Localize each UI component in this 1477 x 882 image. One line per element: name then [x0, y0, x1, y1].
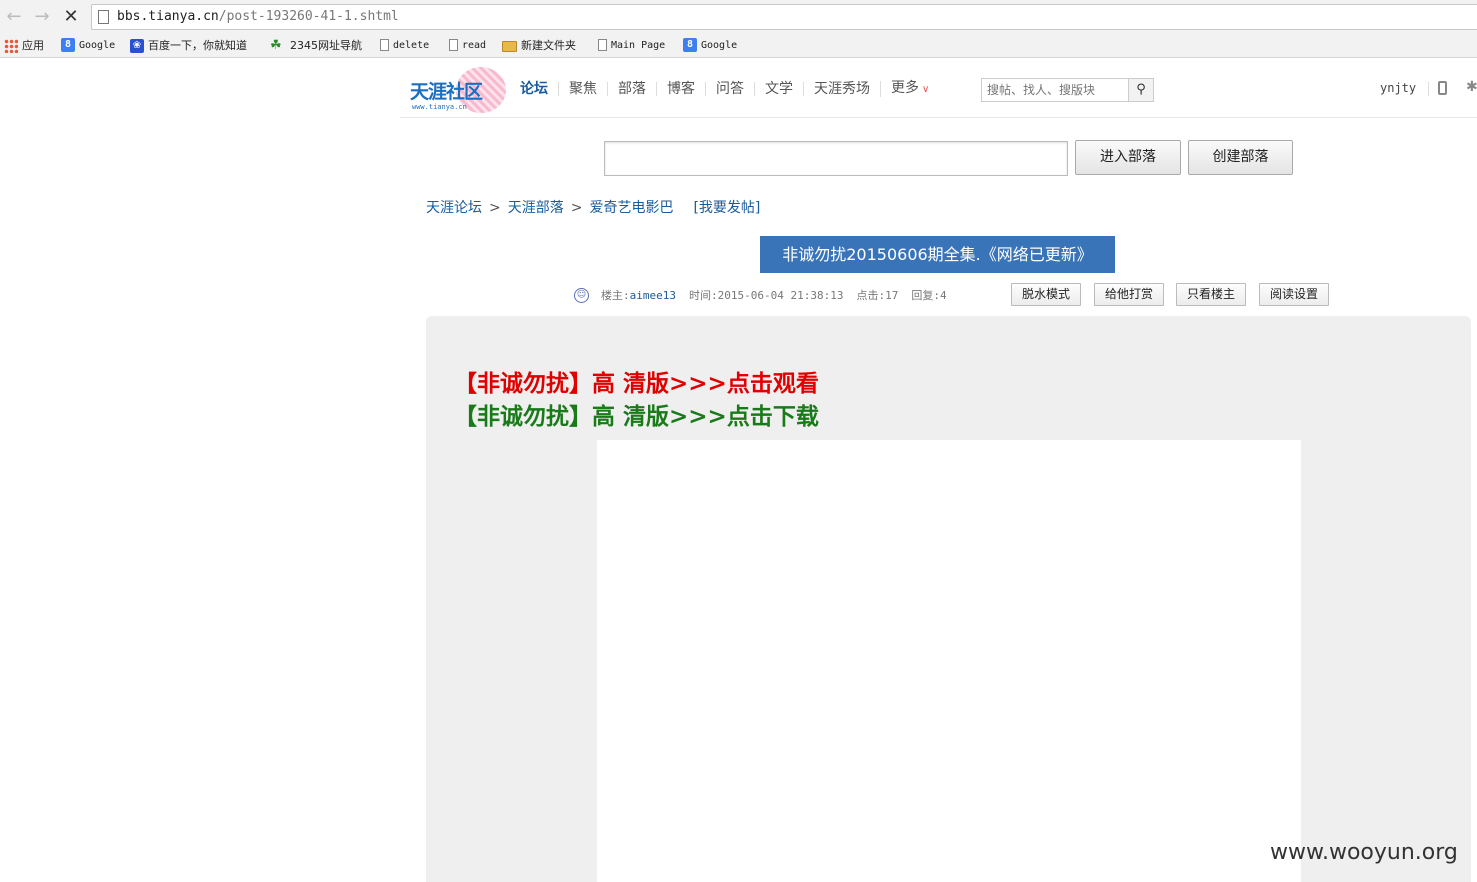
- new-post-link[interactable]: [我要发帖]: [693, 200, 760, 216]
- bookmark-label: Google: [79, 40, 116, 51]
- time-label: 时间:: [688, 289, 718, 302]
- baidu-paw-icon: ❀: [130, 39, 144, 53]
- mobile-phone-icon[interactable]: [1438, 81, 1447, 95]
- bookmark-apps[interactable]: 应用: [4, 37, 44, 55]
- bookmark-label: delete: [393, 40, 430, 51]
- tip-author-button[interactable]: 给他打赏: [1094, 283, 1164, 306]
- back-arrow-icon[interactable]: ←: [3, 6, 25, 28]
- bookmark-main-page[interactable]: Main Page: [598, 37, 665, 55]
- nav-literature[interactable]: 文学: [754, 82, 803, 96]
- google-icon: 8: [61, 38, 75, 52]
- embedded-frame: [597, 440, 1301, 882]
- watermark: www.wooyun.org: [1270, 840, 1458, 865]
- breadcrumb-iqiyi-movie[interactable]: 爱奇艺电影巴: [589, 200, 673, 216]
- post-meta: ☺ 楼主:aimee13 时间:2015-06-04 21:38:13 点击:1…: [574, 284, 960, 306]
- main-nav: 论坛 聚焦 部落 博客 问答 文学 天涯秀场 更多 ∨: [520, 78, 939, 100]
- header-divider: [1428, 82, 1429, 96]
- url-path: /post-193260-41-1.shtml: [218, 9, 399, 24]
- enter-tribe-button[interactable]: 进入部落: [1075, 140, 1181, 175]
- dehydrate-mode-button[interactable]: 脱水模式: [1011, 283, 1081, 306]
- watch-link[interactable]: 【非诚勿扰】高 清版>>>点击观看: [454, 364, 819, 398]
- bookmark-label: Google: [701, 40, 738, 51]
- post-content: 【非诚勿扰】高 清版>>>点击观看 【非诚勿扰】高 清版>>>点击下载: [426, 316, 1471, 882]
- site-header: 天涯社区 www.tianya.cn 论坛 聚焦 部落 博客 问答 文学 天涯秀…: [400, 60, 1477, 118]
- logo-subtext: www.tianya.cn: [412, 103, 467, 111]
- nav-tribe[interactable]: 部落: [607, 82, 656, 96]
- download-link[interactable]: 【非诚勿扰】高 清版>>>点击下载: [454, 397, 819, 431]
- bookmark-label: 2345网址导航: [290, 39, 362, 52]
- bookmark-label: Main Page: [611, 40, 666, 51]
- clicks-value: 17: [885, 289, 899, 302]
- chevron-down-icon: ∨: [922, 84, 930, 95]
- nav-more[interactable]: 更多 ∨: [880, 81, 939, 97]
- only-author-button[interactable]: 只看楼主: [1176, 283, 1246, 306]
- bookmark-baidu[interactable]: ❀ 百度一下，你就知道: [130, 37, 247, 55]
- author-label: 楼主:: [601, 289, 630, 302]
- folder-icon: [502, 40, 517, 52]
- bookmark-label: 百度一下，你就知道: [148, 39, 247, 52]
- breadcrumb-tianya-forum[interactable]: 天涯论坛: [426, 200, 482, 216]
- time-value: 2015-06-04 21:38:13: [717, 289, 844, 302]
- meta-time: 时间:2015-06-04 21:38:13: [689, 287, 843, 303]
- logo-text: 天涯社区: [410, 81, 483, 103]
- search-icon[interactable]: ⚲: [1128, 79, 1153, 101]
- google-icon: 8: [683, 38, 697, 52]
- page-icon: [380, 39, 389, 51]
- author-face-icon: ☺: [574, 287, 589, 303]
- browser-toolbar: ← → ✕ bbs.tianya.cn/post-193260-41-1.sht…: [0, 0, 1477, 34]
- tribe-search-input[interactable]: [604, 141, 1068, 176]
- stop-icon[interactable]: ✕: [60, 6, 82, 28]
- meta-author: 楼主:aimee13: [601, 287, 676, 303]
- nav-focus[interactable]: 聚焦: [558, 82, 607, 96]
- clicks-label: 点击:: [856, 289, 886, 302]
- breadcrumb-separator: >: [489, 200, 501, 216]
- bookmarks-bar: 应用 8 Google ❀ 百度一下，你就知道 ☘ 2345网址导航 delete r…: [0, 34, 1477, 58]
- create-tribe-button[interactable]: 创建部落: [1188, 140, 1293, 175]
- replies-label: 回复:: [911, 289, 940, 302]
- page-icon: [449, 39, 458, 51]
- meta-replies: 回复:4: [911, 287, 946, 303]
- author-link[interactable]: aimee13: [630, 289, 676, 302]
- bookmark-label: read: [462, 40, 487, 51]
- bookmark-label: 新建文件夹: [521, 39, 576, 52]
- bookmark-read[interactable]: read: [449, 37, 486, 55]
- apps-grid-icon: [4, 39, 18, 53]
- tianya-logo[interactable]: 天涯社区 www.tianya.cn: [410, 67, 507, 113]
- replies-value: 4: [939, 289, 947, 302]
- bookmark-label: 应用: [22, 39, 44, 52]
- post-title: 非诚勿扰20150606期全集.《网络已更新》: [760, 236, 1115, 273]
- username-link[interactable]: ynjty: [1380, 81, 1416, 95]
- bookmark-google-2[interactable]: 8 Google: [683, 37, 737, 55]
- meta-clicks: 点击:17: [856, 287, 898, 303]
- site-search-input[interactable]: [982, 79, 1128, 101]
- settings-icon[interactable]: ✱: [1466, 79, 1477, 95]
- site-search: ⚲: [981, 78, 1154, 102]
- breadcrumb: 天涯论坛 > 天涯部落 > 爱奇艺电影巴 [我要发帖]: [426, 197, 760, 217]
- url-host: bbs.tianya.cn: [117, 9, 219, 24]
- bookmark-new-folder[interactable]: 新建文件夹: [502, 37, 576, 55]
- url-text[interactable]: bbs.tianya.cn/post-193260-41-1.shtml: [117, 9, 399, 24]
- breadcrumb-tianya-tribe[interactable]: 天涯部落: [508, 200, 564, 216]
- nav-show[interactable]: 天涯秀场: [803, 82, 880, 96]
- page-icon: [598, 39, 607, 51]
- breadcrumb-separator: >: [570, 200, 583, 216]
- nav-more-label: 更多: [891, 80, 919, 96]
- forward-arrow-icon[interactable]: →: [31, 6, 53, 28]
- reading-settings-button[interactable]: 阅读设置: [1259, 283, 1329, 306]
- nav-forum[interactable]: 论坛: [520, 82, 558, 96]
- bookmark-google[interactable]: 8 Google: [61, 37, 115, 55]
- bookmark-delete[interactable]: delete: [380, 37, 429, 55]
- bookmark-2345[interactable]: ☘ 2345网址导航: [270, 37, 362, 55]
- nav-qa[interactable]: 问答: [705, 82, 754, 96]
- leaf-icon: ☘: [270, 38, 282, 53]
- address-bar[interactable]: bbs.tianya.cn/post-193260-41-1.shtml: [91, 4, 1477, 30]
- page-icon: [98, 10, 109, 24]
- nav-blog[interactable]: 博客: [656, 82, 705, 96]
